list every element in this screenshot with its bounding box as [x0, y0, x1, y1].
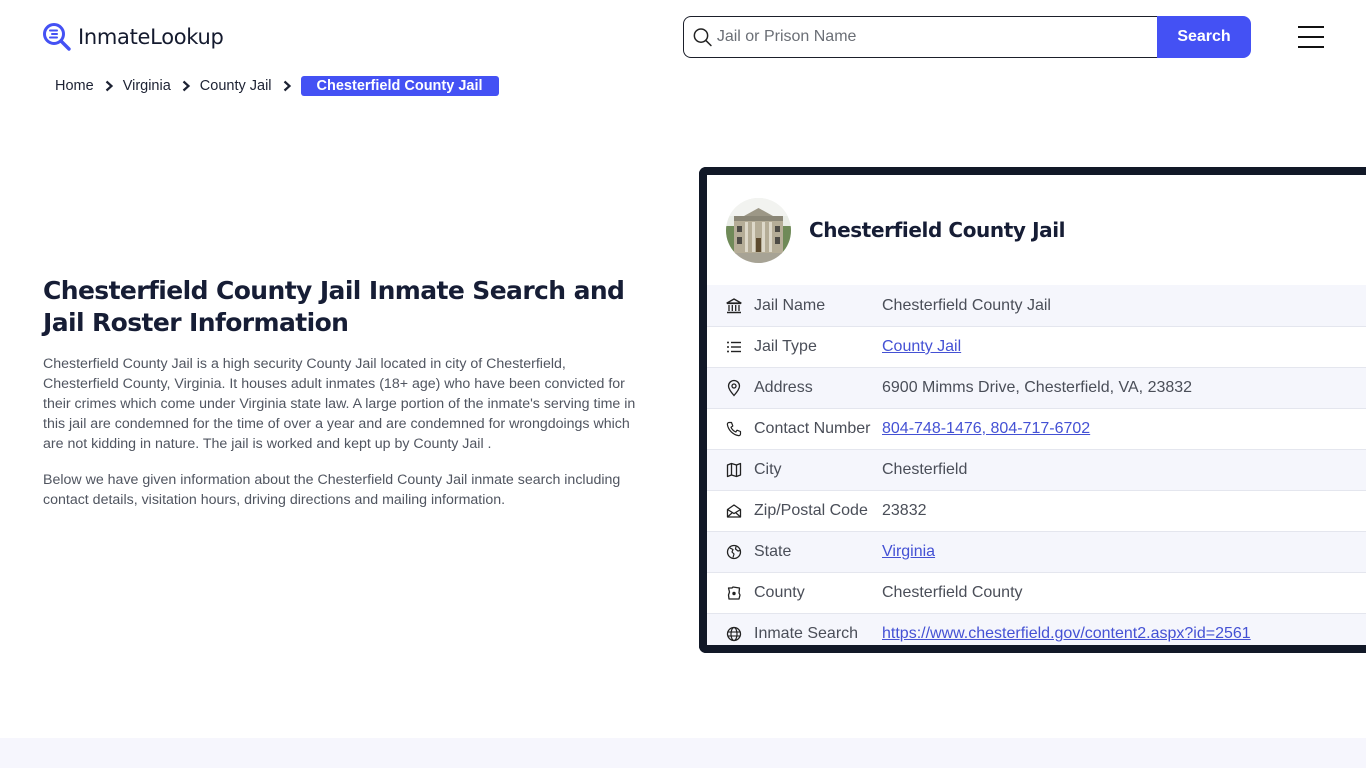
chevron-right-icon	[105, 80, 113, 92]
page-title: Chesterfield County Jail Inmate Search a…	[43, 276, 625, 337]
chevron-right-icon	[283, 80, 291, 92]
info-row-address: Address 6900 Mimms Drive, Chesterfield, …	[707, 367, 1366, 408]
menu-line	[1298, 26, 1324, 28]
row-label: City	[754, 461, 782, 478]
row-value: Chesterfield	[882, 461, 968, 478]
breadcrumb-county-jail[interactable]: County Jail	[200, 78, 272, 94]
building-image	[726, 197, 791, 263]
info-row-zip: Zip/Postal Code 23832	[707, 490, 1366, 531]
mail-open-icon	[726, 504, 742, 518]
intro-paragraph: Chesterfield County Jail is a high secur…	[43, 356, 636, 452]
row-label: Zip/Postal Code	[754, 502, 868, 519]
row-label: Inmate Search	[754, 625, 859, 642]
row-value: https://www.chesterfield.gov/content2.as…	[882, 625, 1251, 643]
info-row-jail-name: Jail Name Chesterfield County Jail	[707, 285, 1366, 326]
footer-band	[0, 738, 1366, 768]
info-row-city: City Chesterfield	[707, 449, 1366, 490]
menu-line	[1298, 46, 1324, 48]
row-value: Chesterfield County Jail	[882, 296, 1051, 314]
row-label: Jail Type	[754, 338, 817, 355]
jail-type-link[interactable]: County Jail	[882, 338, 961, 355]
state-link[interactable]: Virginia	[882, 543, 935, 560]
search-field[interactable]	[683, 16, 1157, 58]
row-label: Address	[754, 379, 813, 396]
row-label: Jail Name	[754, 296, 826, 314]
info-row-county: County Chesterfield County	[707, 572, 1366, 613]
row-value: 23832	[882, 502, 927, 519]
row-value: Chesterfield County	[882, 584, 1023, 601]
card-header: Chesterfield County Jail	[707, 175, 1366, 285]
search-button[interactable]: Search	[1157, 16, 1251, 58]
world-icon	[726, 626, 742, 642]
row-value: County Jail	[882, 338, 961, 356]
menu-line	[1298, 36, 1324, 38]
globe-state-icon	[726, 544, 742, 560]
breadcrumb-virginia[interactable]: Virginia	[123, 78, 171, 94]
row-value: 6900 Mimms Drive, Chesterfield, VA, 2383…	[882, 379, 1193, 396]
info-row-jail-type: Jail Type County Jail	[707, 326, 1366, 367]
card-title: Chesterfield County Jail	[809, 218, 1066, 242]
map-pin-icon	[727, 379, 741, 397]
search-icon	[693, 28, 712, 47]
row-label: County	[754, 584, 805, 601]
chevron-right-icon	[182, 80, 190, 92]
search-input[interactable]	[716, 28, 1157, 46]
inmate-search-link[interactable]: https://www.chesterfield.gov/content2.as…	[882, 625, 1251, 642]
bank-building-icon	[726, 297, 742, 313]
breadcrumb-home[interactable]: Home	[55, 78, 94, 94]
info-row-state: State Virginia	[707, 531, 1366, 572]
map-icon	[726, 462, 742, 478]
phone-icon	[726, 421, 742, 437]
intro-text: Chesterfield County Jail is a high secur…	[43, 354, 643, 510]
row-value: 804-748-1476, 804-717-6702	[882, 420, 1090, 438]
list-icon	[727, 341, 741, 353]
search-bar: Search	[683, 16, 1251, 58]
info-table: Jail Name Chesterfield County Jail Jail …	[707, 285, 1366, 645]
row-label: State	[754, 543, 792, 560]
breadcrumb: Home Virginia County Jail Chesterfield C…	[55, 76, 499, 96]
phone-link[interactable]: 804-748-1476, 804-717-6702	[882, 420, 1090, 437]
info-row-contact-number: Contact Number 804-748-1476, 804-717-670…	[707, 408, 1366, 449]
info-row-inmate-search: Inmate Search https://www.chesterfield.g…	[707, 613, 1366, 645]
logo-text: InmateLookup	[78, 25, 224, 49]
county-map-icon	[727, 586, 741, 600]
logo[interactable]: InmateLookup	[42, 22, 224, 52]
intro-paragraph: Below we have given information about th…	[43, 472, 621, 508]
hamburger-menu-icon[interactable]	[1298, 26, 1324, 48]
row-value: Virginia	[882, 543, 935, 561]
jail-photo	[726, 197, 791, 263]
magnifier-logo-icon	[43, 23, 71, 51]
breadcrumb-current: Chesterfield County Jail	[300, 76, 499, 96]
jail-info-card: Chesterfield County Jail Jail Name Chest…	[699, 167, 1366, 653]
row-label: Contact Number	[754, 420, 871, 437]
